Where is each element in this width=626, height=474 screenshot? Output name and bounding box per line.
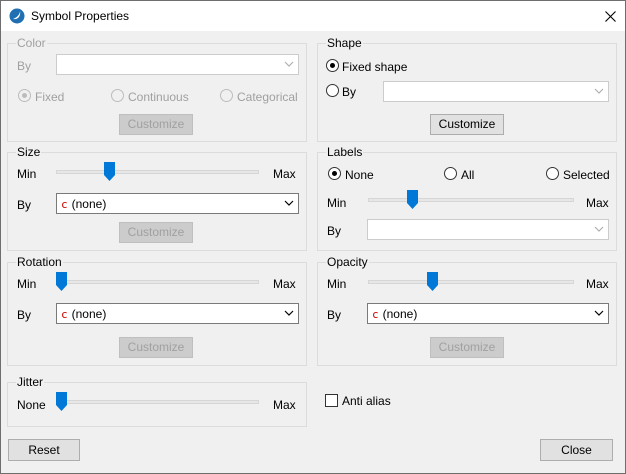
labels-selected-label: Selected [563,168,610,182]
symbol-properties-dialog: Symbol Properties Color By Fixed Continu… [0,0,626,474]
size-by-dropdown[interactable]: c (none) [56,193,299,214]
labels-all-label: All [461,168,475,182]
chevron-down-icon [594,88,604,94]
color-fixed-label: Fixed [35,90,65,104]
chevron-down-icon [594,226,604,232]
jitter-max-label: Max [273,398,296,412]
shape-group: Shape Fixed shape By Customize [317,36,617,142]
jitter-min-label: None [17,398,46,412]
color-continuous-radio[interactable] [111,89,124,102]
labels-min-label: Min [327,196,347,210]
labels-slider-track [368,198,574,202]
app-logo-icon [9,8,25,24]
color-group: Color By Fixed Continuous Categorical Cu… [7,36,307,142]
jitter-group: Jitter None Max [7,375,307,427]
chevron-down-icon [284,310,294,316]
column-type-icon: c [61,308,68,321]
labels-slider-thumb[interactable] [407,190,418,209]
jitter-group-legend: Jitter [16,375,45,389]
opacity-group-legend: Opacity [326,255,369,269]
labels-none-label: None [345,168,374,182]
jitter-slider-thumb[interactable] [56,392,67,411]
color-fixed-radio[interactable] [18,89,31,102]
size-max-label: Max [273,167,296,181]
title-bar: Symbol Properties [1,1,625,31]
color-categorical-label: Categorical [237,90,298,104]
size-group: Size Min Max By c (none) Customize [7,145,307,251]
reset-button[interactable]: Reset [8,439,80,461]
opacity-slider-track [368,280,574,284]
chevron-down-icon [594,310,604,316]
anti-alias-checkbox[interactable] [325,394,338,407]
rotation-slider-track [56,280,259,284]
size-customize-button[interactable]: Customize [119,222,193,243]
close-window-button[interactable] [595,1,625,31]
size-min-label: Min [17,167,37,181]
shape-by-label: By [342,85,357,99]
column-type-icon: c [372,308,379,321]
window-title: Symbol Properties [31,9,130,23]
rotation-group-legend: Rotation [16,255,63,269]
labels-group-legend: Labels [326,145,364,159]
rotation-slider-thumb[interactable] [56,272,67,291]
jitter-slider-track [56,400,259,404]
opacity-max-label: Max [586,277,609,291]
color-group-legend: Color [16,36,47,50]
size-slider-thumb[interactable] [104,162,115,181]
shape-group-legend: Shape [326,36,363,50]
rotation-by-dropdown[interactable]: c (none) [56,303,299,324]
color-by-dropdown[interactable] [56,54,299,75]
opacity-slider-thumb[interactable] [426,272,438,291]
opacity-min-label: Min [327,277,347,291]
color-by-label: By [17,59,32,73]
rotation-min-label: Min [17,277,37,291]
color-continuous-label: Continuous [128,90,189,104]
fixed-shape-radio[interactable] [326,59,339,72]
labels-group: Labels None All Selected Min Max By [317,145,617,251]
shape-by-radio[interactable] [326,84,339,97]
shape-by-dropdown[interactable] [383,81,609,102]
labels-by-label: By [327,224,342,238]
color-customize-button[interactable]: Customize [119,114,193,135]
opacity-by-value: (none) [382,307,418,321]
color-categorical-radio[interactable] [220,89,233,102]
size-group-legend: Size [16,145,42,159]
size-by-value: (none) [71,197,107,211]
rotation-customize-button[interactable]: Customize [119,337,193,358]
shape-customize-button[interactable]: Customize [430,114,504,135]
fixed-shape-label: Fixed shape [342,60,408,74]
chevron-down-icon [284,200,294,206]
rotation-group: Rotation Min Max By c (none) Customize [7,255,307,366]
size-slider-track [56,170,259,174]
rotation-max-label: Max [273,277,296,291]
opacity-customize-button[interactable]: Customize [430,337,504,358]
chevron-down-icon [284,61,294,67]
opacity-by-label: By [327,308,342,322]
opacity-group: Opacity Min Max By c (none) Customize [317,255,617,366]
labels-all-radio[interactable] [444,167,457,180]
labels-none-radio[interactable] [328,167,341,180]
size-by-label: By [17,198,32,212]
rotation-by-label: By [17,308,32,322]
rotation-by-value: (none) [71,307,107,321]
labels-by-dropdown[interactable] [367,219,609,240]
anti-alias-label: Anti alias [342,394,391,408]
column-type-icon: c [61,198,68,211]
opacity-by-dropdown[interactable]: c (none) [367,303,609,324]
labels-max-label: Max [586,196,609,210]
close-button[interactable]: Close [540,439,613,461]
labels-selected-radio[interactable] [546,167,559,180]
close-icon [604,10,616,22]
